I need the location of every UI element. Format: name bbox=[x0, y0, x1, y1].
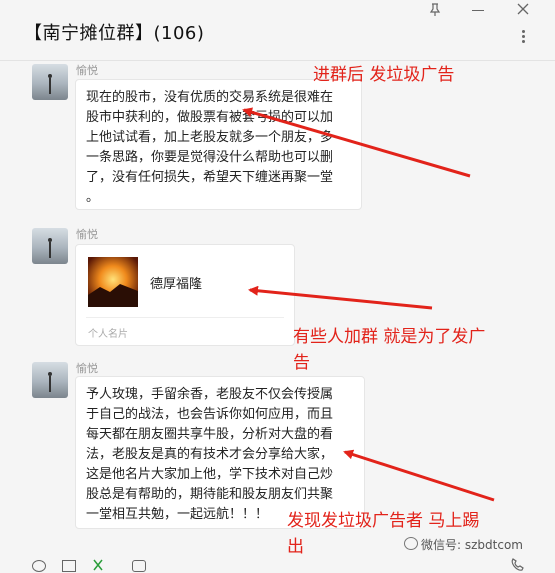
arrow-2 bbox=[248, 285, 433, 310]
annotation-text: 有些人加群 就是为了发广 告 bbox=[293, 327, 486, 373]
scissors-icon[interactable] bbox=[92, 558, 108, 572]
annotation-arrows bbox=[242, 107, 495, 502]
emoji-icon[interactable] bbox=[32, 560, 46, 572]
input-toolbar bbox=[0, 556, 555, 573]
chat-history-icon[interactable] bbox=[132, 560, 146, 572]
arrow-3 bbox=[343, 449, 495, 502]
wechat-logo-icon bbox=[404, 537, 418, 550]
folder-icon[interactable] bbox=[62, 560, 76, 572]
annotation-text: 进群后 发垃圾广告 bbox=[313, 65, 455, 85]
voice-call-icon[interactable] bbox=[510, 558, 526, 572]
arrow-1 bbox=[242, 107, 471, 178]
watermark: 微信号: szbdtcom bbox=[404, 536, 523, 553]
